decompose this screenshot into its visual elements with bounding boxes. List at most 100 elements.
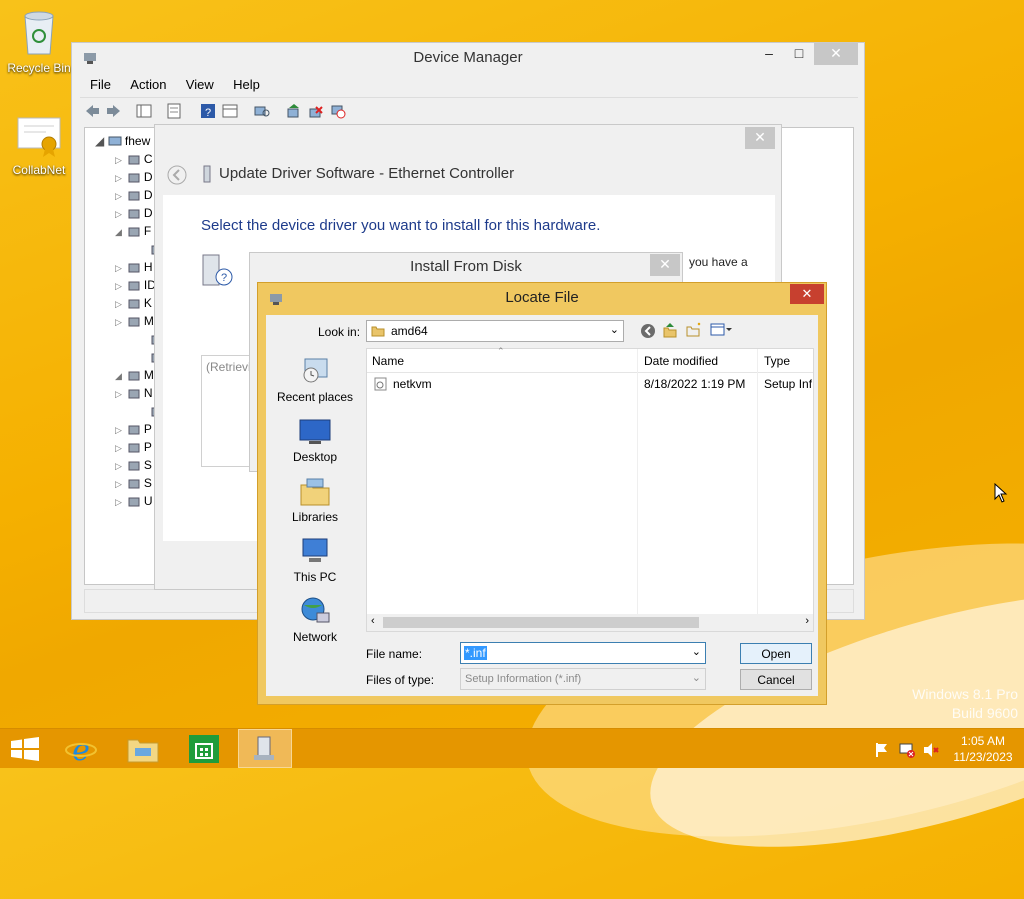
tree-item[interactable]: ▷ D [115,170,153,184]
view-icon[interactable] [222,103,238,119]
files-of-type-dropdown[interactable]: Setup Information (*.inf) ⌄ [460,668,706,690]
tree-item[interactable]: ▷ P [115,422,152,436]
expand-arrow-icon[interactable]: ▷ [115,425,122,435]
expand-arrow-icon[interactable]: ▷ [115,497,122,507]
device-category-icon [128,299,140,309]
store-icon[interactable] [189,735,219,763]
minimize-button[interactable]: – [754,43,784,65]
menu-file[interactable]: File [90,77,111,92]
expand-arrow-icon[interactable]: ▷ [115,443,122,453]
expand-arrow-icon[interactable]: ▷ [115,281,122,291]
expand-arrow-icon[interactable]: ▷ [115,173,122,183]
expand-arrow-icon[interactable]: ▷ [115,263,122,273]
forward-arrow-icon[interactable] [106,103,122,119]
place-recent[interactable]: Recent places [270,355,360,404]
expand-arrow-icon[interactable]: ▷ [115,479,122,489]
file-explorer-icon[interactable] [126,734,160,764]
scroll-right-icon[interactable]: › [805,615,809,627]
desktop-icon-collabnet[interactable]: CollabNet [4,116,74,177]
back-arrow-icon[interactable] [84,103,100,119]
properties-icon[interactable] [166,103,182,119]
recent-places-icon [303,358,328,383]
tree-item[interactable]: ▷ S [115,476,152,490]
column-type[interactable]: Type [764,354,790,368]
update-driver-icon[interactable] [286,103,302,119]
show-hide-console-icon[interactable] [136,103,152,119]
file-row[interactable]: netkvm 8/18/2022 1:19 PM Setup Info [367,374,813,394]
file-name: netkvm [393,377,432,391]
place-network[interactable]: Network [270,595,360,644]
windows-start-icon[interactable] [10,737,40,761]
horizontal-scrollbar[interactable]: ‹ › [367,614,813,631]
up-folder-icon[interactable] [662,322,678,338]
menu-help[interactable]: Help [233,77,260,92]
column-name[interactable]: Name [372,354,404,368]
tree-item[interactable]: ▷ H [115,260,153,274]
expand-arrow-icon[interactable]: ▷ [115,155,122,165]
device-category-icon [128,497,140,507]
clock[interactable]: 1:05 AM 11/23/2023 [948,733,1018,765]
tree-item[interactable]: ▷ K [115,296,152,310]
tree-item[interactable]: ▷ D [115,188,153,202]
scan-hardware-icon[interactable] [254,103,270,119]
collapse-arrow-icon[interactable]: ◢ [115,227,122,237]
tree-item[interactable]: ◢ F [115,224,151,238]
uninstall-icon[interactable] [308,103,324,119]
tree-item[interactable]: ▷ S [115,458,152,472]
tree-item[interactable]: ◢ M [115,368,154,382]
internet-explorer-icon[interactable]: e [64,733,98,765]
dialog-title: Install From Disk [410,258,522,275]
tree-item[interactable]: ▷ P [115,440,152,454]
chevron-down-icon[interactable]: ⌄ [692,645,701,658]
close-button[interactable]: ✕ [650,254,680,276]
open-button[interactable]: Open [740,643,812,664]
expand-arrow-icon[interactable]: ▷ [115,317,122,327]
expand-arrow-icon[interactable]: ▷ [115,299,122,309]
tree-item[interactable]: ▷ ID [115,278,156,292]
expand-arrow-icon[interactable]: ▷ [115,461,122,471]
close-button[interactable]: ✕ [745,127,775,149]
tree-item[interactable]: ▷ U [115,494,153,508]
file-name-input[interactable]: *.inf ⌄ [460,642,706,664]
tree-item[interactable]: ▷ N [115,386,153,400]
tree-item-label: S [143,458,152,472]
expand-arrow-icon[interactable]: ▷ [115,191,122,201]
device-category-icon [128,191,140,201]
network-disconnected-icon[interactable] [898,741,916,759]
close-button[interactable]: ✕ [814,43,858,65]
back-button-icon[interactable] [167,165,187,185]
menu-view[interactable]: View [186,77,214,92]
tree-item[interactable]: ▷ D [115,206,153,220]
scroll-left-icon[interactable]: ‹ [371,615,375,627]
new-folder-icon[interactable] [686,322,702,338]
tree-item-label: K [143,296,152,310]
tree-item-label: D [143,170,153,184]
help-icon[interactable]: ? [200,103,216,119]
dialog-title: Locate File [505,289,579,306]
view-menu-icon[interactable] [710,322,734,338]
back-icon[interactable] [640,323,656,339]
column-date-modified[interactable]: Date modified [644,354,718,368]
tree-item[interactable]: ▷ C [115,152,153,166]
menu-action[interactable]: Action [130,77,166,92]
place-libraries[interactable]: Libraries [270,475,360,524]
cancel-button[interactable]: Cancel [740,669,812,690]
place-desktop[interactable]: Desktop [270,417,360,464]
expand-arrow-icon[interactable]: ▷ [115,389,122,399]
expand-arrow-icon[interactable]: ▷ [115,209,122,219]
taskbar-device-manager[interactable] [238,729,292,768]
place-this-pc[interactable]: This PC [270,535,360,584]
tree-item[interactable]: ▷ M [115,314,154,328]
look-in-dropdown[interactable]: amd64 ⌄ [366,320,624,342]
volume-muted-icon[interactable] [922,741,940,759]
disable-device-icon[interactable] [330,103,346,119]
action-center-flag-icon[interactable] [874,742,890,758]
tree-root[interactable]: ◢ fhew [95,134,150,148]
maximize-button[interactable]: □ [784,43,814,65]
collapse-arrow-icon[interactable]: ◢ [115,371,122,381]
tree-item-label: D [143,188,153,202]
desktop-icon-recycle-bin[interactable]: Recycle Bin [4,6,74,75]
scrollbar-thumb[interactable] [383,617,699,628]
close-button[interactable]: ✕ [790,284,824,304]
windows-watermark: Windows 8.1 Pro Build 9600 [912,685,1018,723]
